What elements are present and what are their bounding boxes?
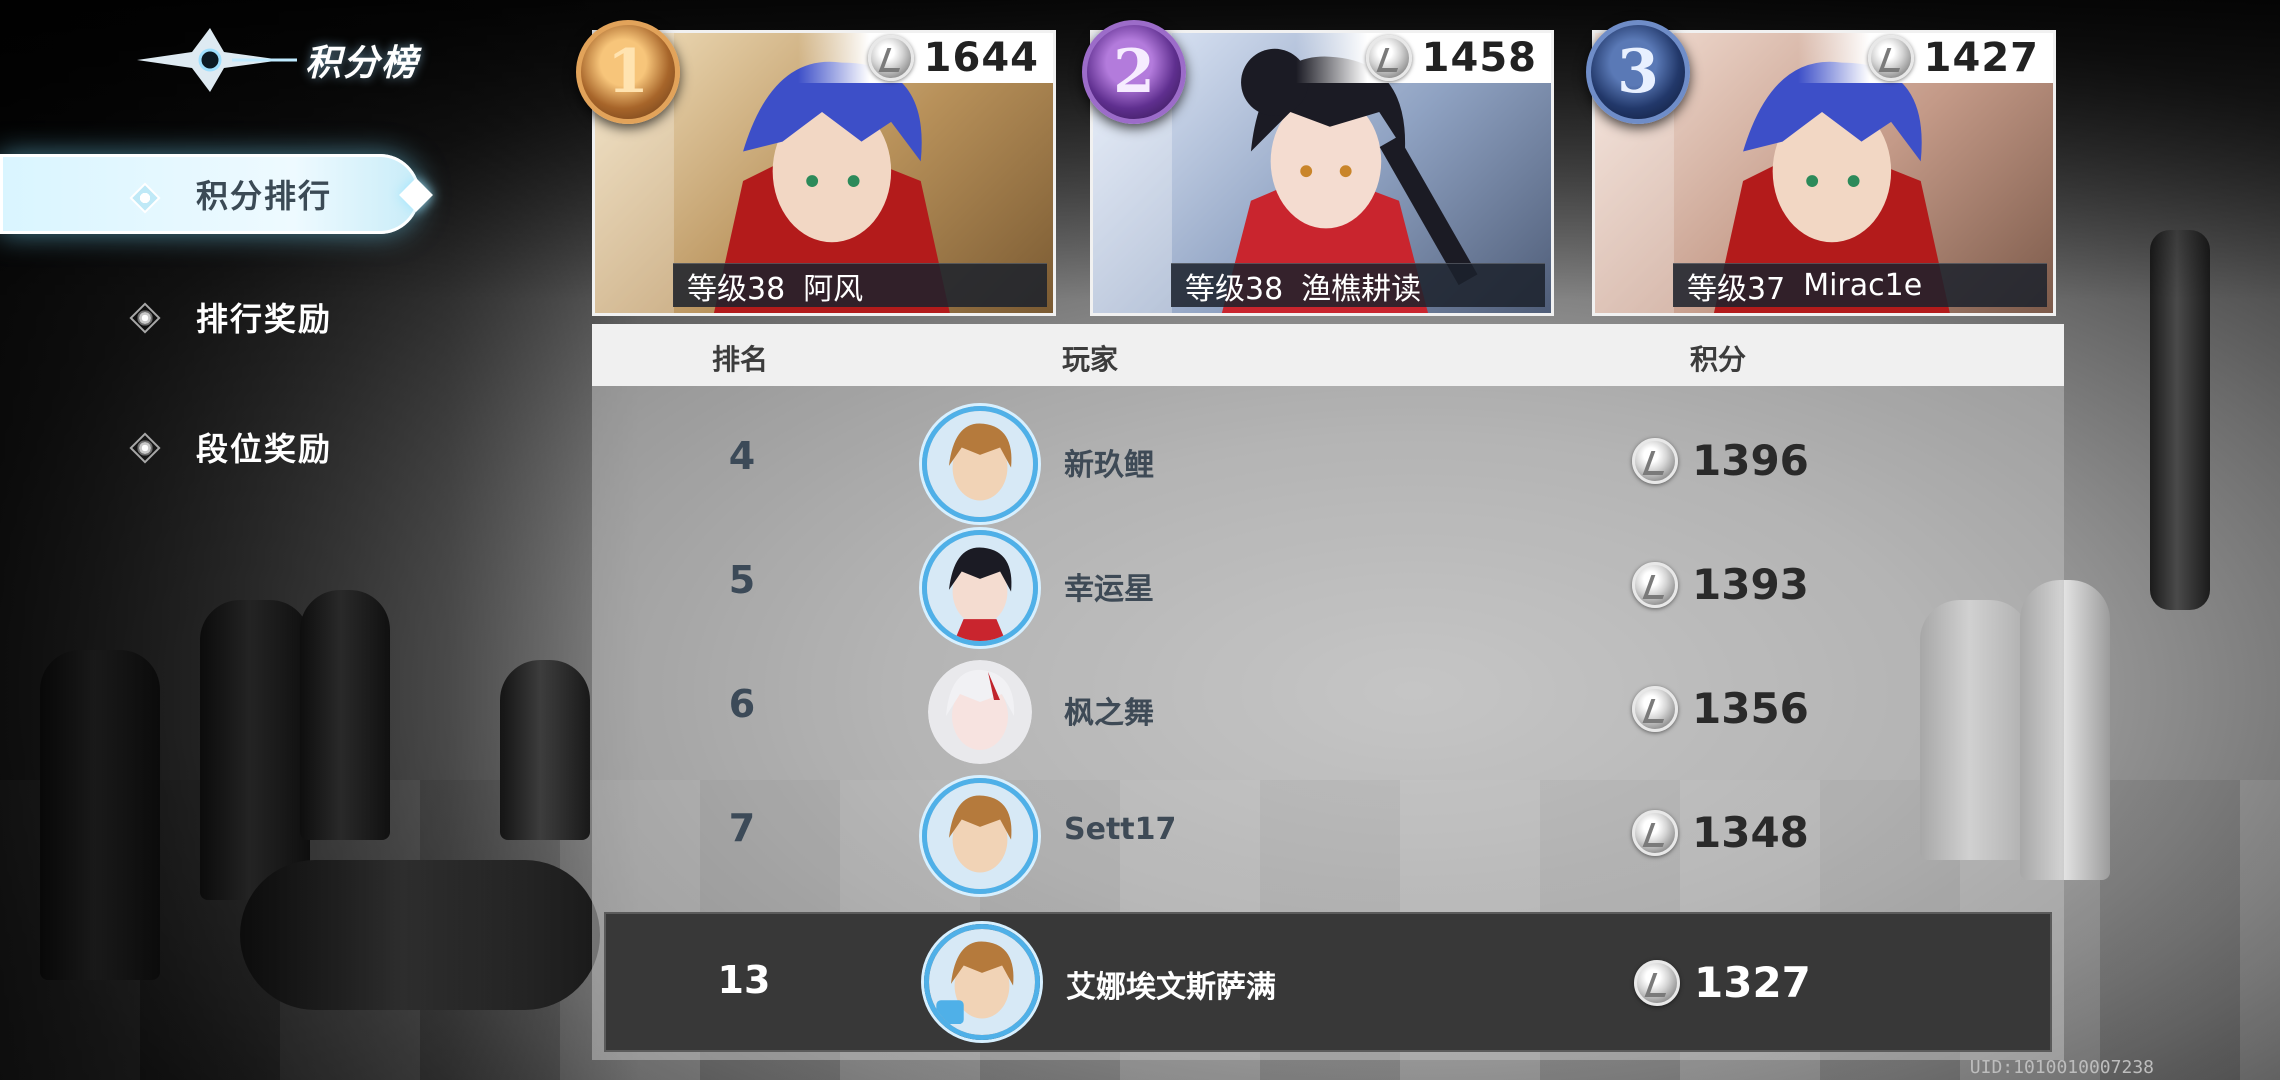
player-avatar bbox=[922, 530, 1038, 646]
player-level: 等级38 bbox=[1185, 271, 1284, 307]
sidebar-item-label: 段位奖励 bbox=[196, 430, 333, 468]
score-coin-icon bbox=[1365, 35, 1412, 81]
player-name: 新玖鲤 bbox=[1064, 448, 1154, 483]
player-avatar bbox=[922, 406, 1038, 522]
page-title: 积分榜 bbox=[305, 42, 420, 84]
table-row[interactable]: 6 枫之舞 1356 bbox=[592, 644, 2064, 768]
podium-name-bar: 等级38 阿风 bbox=[673, 263, 1047, 307]
table-header: 排名 玩家 积分 bbox=[592, 324, 2064, 386]
row-rank: 4 bbox=[728, 434, 756, 478]
score-tab: 1644 bbox=[797, 33, 1053, 83]
user-id-label: UID:1010010007238 bbox=[1969, 1057, 2154, 1078]
player-name: Sett17 bbox=[1064, 812, 1177, 847]
column-header-rank: 排名 bbox=[712, 343, 769, 376]
sidebar-item-ranking-rewards[interactable]: 排行奖励 bbox=[0, 274, 420, 360]
row-score: 1348 bbox=[1632, 808, 1809, 857]
podium-name-bar: 等级37 Mirac1e bbox=[1673, 263, 2047, 307]
sidebar-item-label: 排行奖励 bbox=[196, 300, 333, 338]
row-rank: 5 bbox=[728, 558, 756, 602]
score-value: 1356 bbox=[1692, 684, 1809, 733]
score-coin-icon bbox=[867, 35, 914, 81]
player-name: 渔樵耕读 bbox=[1301, 271, 1422, 307]
score-coin-icon bbox=[1867, 35, 1914, 81]
row-score: 1393 bbox=[1632, 560, 1809, 609]
diamond-icon bbox=[129, 432, 161, 464]
player-name: 阿风 bbox=[803, 271, 864, 307]
row-rank: 6 bbox=[728, 682, 756, 726]
player-name: 枫之舞 bbox=[1064, 696, 1154, 731]
player-avatar bbox=[924, 924, 1040, 1040]
player-name: Mirac1e bbox=[1803, 268, 1923, 303]
podium-score: 1644 bbox=[923, 35, 1039, 81]
row-score: 1356 bbox=[1632, 684, 1809, 733]
score-tab: 1427 bbox=[1797, 33, 2053, 83]
table-row[interactable]: 4 新玖鲤 1396 bbox=[592, 396, 2064, 522]
player-avatar bbox=[928, 660, 1032, 764]
row-score: 1396 bbox=[1632, 436, 1809, 485]
leaderboard-emblem-icon bbox=[137, 28, 297, 92]
score-coin-icon bbox=[1634, 959, 1680, 1006]
column-header-score: 积分 bbox=[1690, 343, 1747, 376]
player-name: 幸运星 bbox=[1064, 572, 1154, 607]
score-value: 1348 bbox=[1692, 808, 1809, 857]
table-row[interactable]: 5 幸运星 1393 bbox=[592, 520, 2064, 646]
rank-3-medal-icon: 3 bbox=[1586, 20, 1690, 124]
score-coin-icon bbox=[1632, 437, 1678, 484]
self-rank-row[interactable]: 13 艾娜埃文斯萨满 1327 bbox=[604, 912, 2052, 1052]
score-value: 1327 bbox=[1694, 958, 1811, 1007]
row-score: 1327 bbox=[1634, 958, 1811, 1007]
score-coin-icon bbox=[1632, 561, 1678, 608]
sidebar-item-label: 积分排行 bbox=[196, 177, 333, 215]
sidebar-item-score-ranking[interactable]: 积分排行 bbox=[0, 154, 433, 234]
score-coin-icon bbox=[1632, 809, 1678, 856]
rank-2-medal-icon: 2 bbox=[1082, 20, 1186, 124]
column-header-player: 玩家 bbox=[1062, 343, 1119, 376]
leaderboard-table[interactable]: 排名 玩家 积分 4 新玖鲤 1396 5 幸运星 1393 6 枫之舞 135… bbox=[592, 324, 2064, 1060]
table-row[interactable]: 7 Sett17 1348 bbox=[592, 768, 2064, 894]
row-rank: 7 bbox=[728, 806, 756, 850]
podium-name-bar: 等级38 渔樵耕读 bbox=[1171, 263, 1545, 307]
player-level: 等级38 bbox=[687, 271, 786, 307]
podium-score: 1427 bbox=[1923, 35, 2039, 81]
active-indicator-icon bbox=[399, 178, 433, 212]
score-value: 1393 bbox=[1692, 560, 1809, 609]
diamond-icon bbox=[129, 302, 161, 334]
player-name: 艾娜埃文斯萨满 bbox=[1066, 970, 1276, 1005]
podium-score: 1458 bbox=[1421, 35, 1537, 81]
player-avatar bbox=[922, 778, 1038, 894]
sidebar-nav: 积分排行 排行奖励 段位奖励 bbox=[0, 150, 433, 534]
player-level: 等级37 bbox=[1687, 271, 1786, 307]
rank-1-medal-icon: 1 bbox=[576, 20, 680, 124]
sidebar-item-tier-rewards[interactable]: 段位奖励 bbox=[0, 404, 420, 490]
score-tab: 1458 bbox=[1295, 33, 1551, 83]
score-value: 1396 bbox=[1692, 436, 1809, 485]
diamond-icon bbox=[129, 182, 161, 214]
row-rank: 13 bbox=[717, 958, 771, 1002]
score-coin-icon bbox=[1632, 685, 1678, 732]
